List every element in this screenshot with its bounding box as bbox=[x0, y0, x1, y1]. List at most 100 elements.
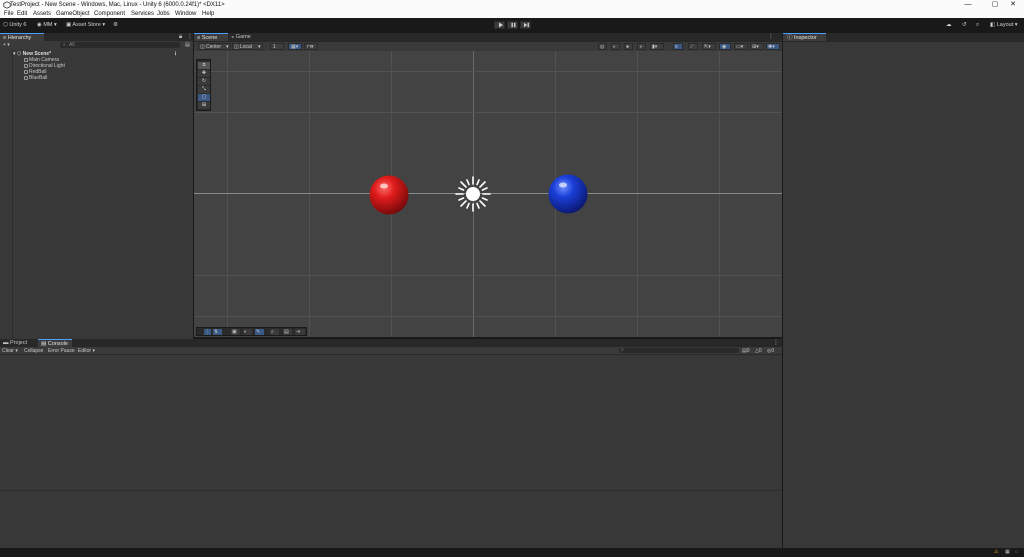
more-menu-icon[interactable]: ⋮ bbox=[768, 33, 774, 41]
console-toolbar: Clear ▾ Collapse Error Pause Editor ▾ ⌕ … bbox=[0, 347, 782, 355]
transform-tool-button[interactable]: ⊞ bbox=[198, 102, 210, 109]
lock-icon[interactable]: 🔒︎ bbox=[179, 33, 182, 41]
rect-tool-button[interactable]: ▢ bbox=[198, 94, 210, 101]
gizmos-button[interactable]: ⊞▾ bbox=[750, 43, 764, 50]
console-search-input[interactable]: ⌕ bbox=[619, 347, 739, 353]
menu-gameobject[interactable]: GameObject bbox=[56, 10, 90, 18]
overlay-button[interactable]: ⋮ bbox=[204, 329, 211, 335]
overlay-button[interactable]: ▤ bbox=[283, 329, 292, 335]
scene-viewport[interactable]: ✋︎ ✥ ↻ ⤡ ▢ ⊞ ⋮ ⇅ ▣ ◐ ✎ ⌕ ▤ ⇥ bbox=[194, 51, 782, 337]
more-menu-icon[interactable]: ⋮ bbox=[773, 339, 779, 347]
audio-toggle-button[interactable]: ▮▾ bbox=[650, 43, 664, 50]
menu-help[interactable]: Help bbox=[202, 10, 214, 18]
overlay-button[interactable]: ▣ bbox=[231, 329, 240, 335]
tab-scene[interactable]: ≡ Scene bbox=[194, 33, 228, 41]
menu-window[interactable]: Window bbox=[175, 10, 196, 18]
tools-button[interactable]: ⟋ bbox=[688, 43, 698, 50]
clear-button[interactable]: Clear ▾ bbox=[2, 348, 18, 354]
inspector-tab-bar: ⓘ Inspector bbox=[783, 33, 1024, 42]
error-count[interactable]: ◎0 bbox=[767, 348, 774, 354]
draw-mode-button[interactable]: ◎ bbox=[598, 43, 607, 50]
tab-console[interactable]: ▤ Console bbox=[38, 339, 72, 347]
create-button[interactable]: + ▾ bbox=[3, 42, 10, 48]
search-icon: ⌕ bbox=[621, 347, 624, 353]
history-button[interactable]: ↺ bbox=[962, 21, 967, 30]
asset-store-button[interactable]: ▣ Asset Store ▾ bbox=[66, 21, 105, 30]
globe-gizmo-button[interactable]: ✺▾ bbox=[766, 43, 780, 50]
shading-mode-button[interactable]: ◐ bbox=[611, 43, 620, 50]
tab-hierarchy[interactable]: ≡ Hierarchy bbox=[0, 33, 44, 41]
overlay-button[interactable]: ✎ bbox=[255, 329, 264, 335]
overlay-button[interactable]: ◐ bbox=[243, 329, 252, 335]
red-ball[interactable] bbox=[368, 174, 410, 216]
play-button[interactable] bbox=[494, 21, 505, 29]
effects-toggle-button[interactable]: ◑ bbox=[637, 43, 646, 50]
collapse-button[interactable]: Collapse bbox=[24, 348, 43, 354]
search-button[interactable]: ⌕ bbox=[976, 21, 979, 30]
menu-assets[interactable]: Assets bbox=[33, 10, 51, 18]
overlay-button[interactable]: ⇥ bbox=[295, 329, 305, 335]
layout-dropdown[interactable]: ◧ Layout ▾ bbox=[990, 21, 1018, 30]
filter-icon[interactable]: ▤ bbox=[185, 42, 190, 48]
view-options-button[interactable]: ◉ bbox=[719, 43, 731, 50]
account-button[interactable]: ◉ MM ▾ bbox=[37, 21, 57, 30]
space-local-dropdown[interactable]: ◫ Local ▾ bbox=[232, 43, 263, 50]
tab-game[interactable]: ◒ Game bbox=[231, 33, 261, 41]
tab-project[interactable]: ▬ Project bbox=[3, 339, 33, 347]
services-icon: ⚙ bbox=[113, 22, 118, 28]
snap-increment-field[interactable]: 1 bbox=[270, 43, 284, 50]
2d-toggle-button[interactable]: ≡ bbox=[673, 43, 683, 50]
unity-version-button[interactable]: ⬡ Unity 6 bbox=[3, 21, 26, 30]
image-icon: ▤ bbox=[284, 329, 289, 335]
blue-ball[interactable] bbox=[547, 173, 589, 215]
cloud-button[interactable]: ☁ bbox=[946, 21, 952, 30]
progress-icon[interactable]: ◌ bbox=[1015, 549, 1018, 555]
scale-tool-button[interactable]: ⤡ bbox=[198, 86, 210, 93]
menu-edit[interactable]: Edit bbox=[17, 10, 27, 18]
rotate-tool-button[interactable]: ↻ bbox=[198, 78, 210, 85]
overlay-button[interactable]: ⇅ bbox=[213, 329, 222, 335]
directional-light-gizmo-icon[interactable] bbox=[454, 175, 492, 213]
snap-toggle-button[interactable]: ⊓▾ bbox=[304, 43, 318, 50]
step-button[interactable] bbox=[520, 21, 531, 29]
more-menu-icon[interactable]: ⋮ bbox=[187, 33, 193, 41]
hierarchy-search-input[interactable]: ⌕ All bbox=[60, 42, 180, 48]
list-item[interactable]: BlueBall bbox=[24, 75, 47, 81]
tool-palette: ✋︎ ✥ ↻ ⤡ ▢ ⊞ bbox=[196, 59, 211, 111]
minimize-button[interactable]: — bbox=[957, 0, 979, 10]
editor-dropdown[interactable]: Editor ▾ bbox=[78, 348, 95, 354]
warning-count[interactable]: △0 bbox=[755, 348, 762, 354]
warning-icon[interactable]: ⚠ bbox=[994, 549, 998, 555]
chevron-down-icon: ▾ bbox=[258, 44, 261, 50]
folder-icon: ▬ bbox=[3, 340, 11, 346]
lighting-toggle-button[interactable]: ● bbox=[624, 43, 633, 50]
close-button[interactable]: ✕ bbox=[1002, 0, 1024, 10]
menu-jobs[interactable]: Jobs bbox=[157, 10, 170, 18]
menu-services[interactable]: Services bbox=[131, 10, 154, 18]
tab-inspector[interactable]: ⓘ Inspector bbox=[783, 33, 826, 41]
menu-component[interactable]: Component bbox=[94, 10, 125, 18]
database-icon[interactable]: ▦ bbox=[1005, 549, 1010, 555]
move-tool-button[interactable]: ✥ bbox=[198, 70, 210, 77]
menu-file[interactable]: File bbox=[4, 10, 14, 18]
grid-line bbox=[637, 51, 638, 337]
hand-icon: ✋︎ bbox=[202, 62, 206, 68]
grid-line bbox=[194, 316, 782, 317]
pivot-center-dropdown[interactable]: ◫ Center ▾ bbox=[198, 43, 231, 50]
chevron-down-icon: ▾ bbox=[100, 22, 106, 28]
camera-settings-button[interactable]: ▭▾ bbox=[734, 43, 748, 50]
scene-visibility-button[interactable]: ⇱▾ bbox=[702, 43, 716, 50]
hierarchy-divider bbox=[12, 50, 13, 339]
more-menu-icon[interactable]: ⋮ bbox=[173, 51, 178, 57]
pause-button[interactable] bbox=[507, 21, 518, 29]
hand-tool-button[interactable]: ✋︎ bbox=[198, 62, 210, 69]
console-divider bbox=[0, 490, 782, 491]
chevron-down-icon: ▾ bbox=[1013, 22, 1018, 28]
log-count[interactable]: ▤0 bbox=[742, 348, 750, 354]
play-icon bbox=[499, 22, 503, 28]
cloud-services-button[interactable]: ⚙ bbox=[113, 21, 118, 30]
overlay-button[interactable]: ⌕ bbox=[270, 329, 279, 335]
light-sphere-icon: ● bbox=[626, 44, 630, 50]
error-pause-button[interactable]: Error Pause bbox=[48, 348, 75, 354]
grid-toggle-button[interactable]: ▦▾ bbox=[288, 43, 302, 50]
